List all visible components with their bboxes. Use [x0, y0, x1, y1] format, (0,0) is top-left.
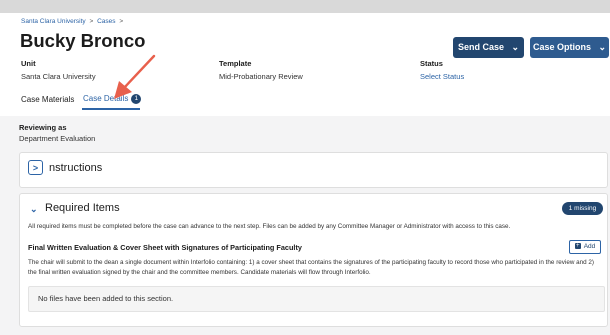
red-arrow-annotation [114, 54, 156, 99]
unit-label: Unit [21, 59, 36, 68]
breadcrumb-separator: > [89, 18, 94, 25]
breadcrumb-separator: > [119, 18, 124, 25]
template-value: Mid-Probationary Review [219, 72, 303, 81]
required-items-description: All required items must be completed bef… [28, 223, 511, 230]
breadcrumb: Santa Clara University > Cases > [21, 18, 125, 25]
chevron-right-icon[interactable]: > [28, 160, 43, 175]
case-options-label: Case Options [532, 42, 591, 52]
send-case-label: Send Case [457, 42, 504, 52]
add-button[interactable]: + Add [569, 240, 601, 254]
unit-value: Santa Clara University [21, 72, 96, 81]
required-items-heading: Required Items [45, 202, 120, 214]
chevron-down-icon: ⌄ [598, 42, 607, 52]
add-label: Add [583, 243, 596, 250]
case-options-button[interactable]: Case Options ⌄ [530, 37, 609, 58]
status-select-link[interactable]: Select Status [420, 72, 464, 81]
instructions-heading: nstructions [49, 162, 103, 174]
section-title: Final Written Evaluation & Cover Sheet w… [28, 243, 302, 252]
instructions-panel[interactable]: > nstructions [19, 152, 608, 188]
breadcrumb-item-university[interactable]: Santa Clara University [21, 18, 86, 25]
status-label: Status [420, 59, 443, 68]
section-description: The chair will submit to the dean a sing… [28, 259, 594, 276]
required-items-panel: ⌄ Required Items 1 missing All required … [19, 193, 608, 327]
breadcrumb-item-cases[interactable]: Cases [97, 18, 115, 25]
template-label: Template [219, 59, 252, 68]
chevron-down-icon: ⌄ [511, 42, 520, 52]
send-case-button[interactable]: Send Case ⌄ [453, 37, 524, 58]
page-title: Bucky Bronco [20, 30, 146, 51]
chevron-down-icon[interactable]: ⌄ [30, 204, 38, 215]
case-header: Santa Clara University > Cases > Bucky B… [0, 13, 610, 116]
empty-files-text: No files have been added to this section… [38, 294, 174, 303]
plus-square-icon: + [574, 243, 581, 250]
top-strip [0, 0, 610, 13]
empty-files-box: No files have been added to this section… [28, 286, 605, 312]
tab-case-materials[interactable]: Case Materials [21, 95, 74, 104]
missing-badge: 1 missing [562, 202, 603, 215]
reviewing-as-value: Department Evaluation [19, 134, 96, 143]
reviewing-as-label: Reviewing as [19, 123, 67, 132]
